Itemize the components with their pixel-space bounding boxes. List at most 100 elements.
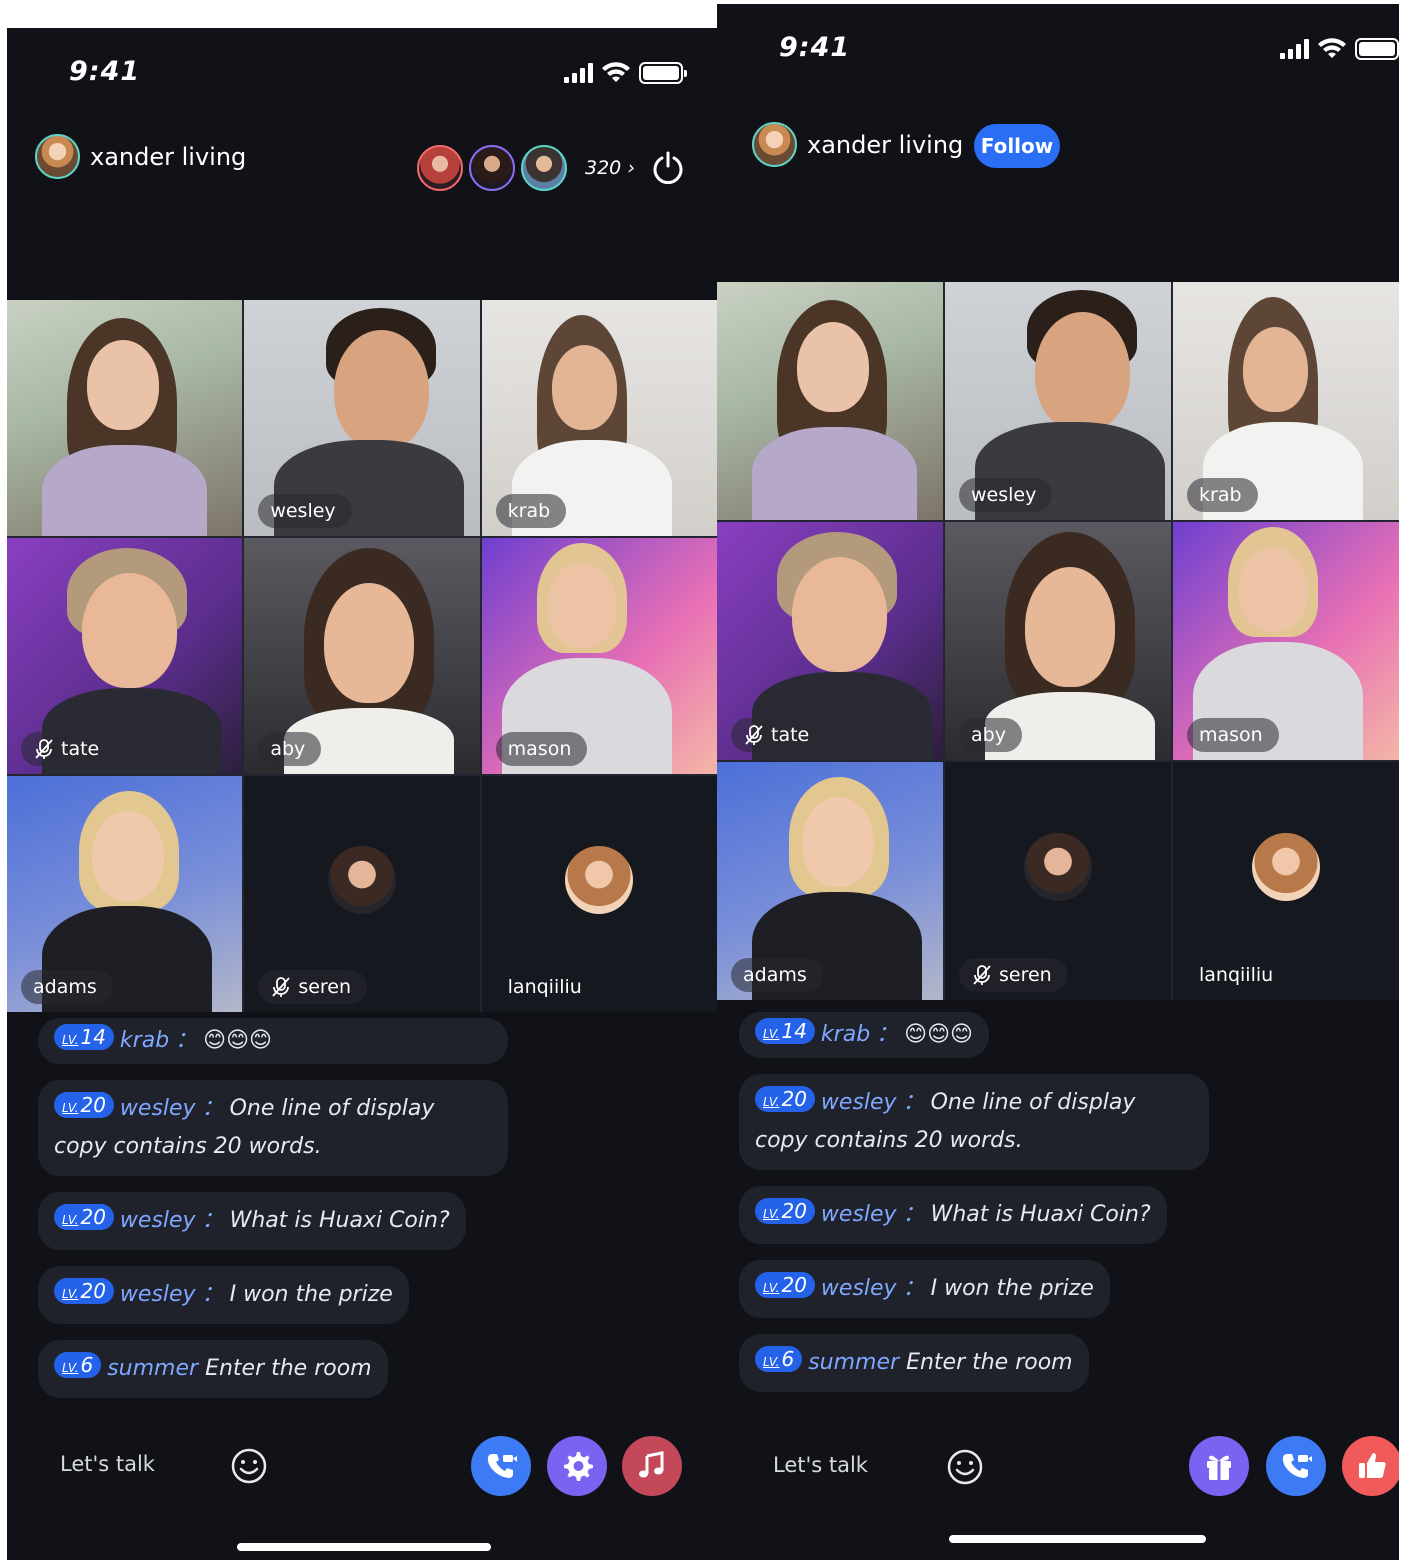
chat-username[interactable]: krab [120, 1028, 169, 1053]
power-icon[interactable] [651, 151, 685, 185]
host-info[interactable]: xander living [35, 134, 246, 179]
gift-icon [1207, 1455, 1231, 1480]
participant-name-tag: adams [21, 970, 113, 1004]
video-tile[interactable]: mason [1173, 522, 1399, 760]
chat-username[interactable]: summer [808, 1350, 899, 1375]
video-tile[interactable]: krab [481, 300, 717, 536]
video-tile[interactable]: tate [717, 522, 943, 760]
cellular-signal-icon [1280, 39, 1309, 59]
chat-username[interactable]: wesley [821, 1276, 897, 1301]
chat-message: LV. 20 wesley： What is Huaxi Coin? [739, 1186, 1167, 1244]
participant-name-tag: aby [258, 732, 322, 766]
video-tile[interactable]: wesley [244, 300, 480, 536]
participant-name-tag: mason [1187, 718, 1279, 752]
chat-list: LV. 14 krab： 😊😊😊 LV. 20 wesley： One line of di… [38, 1018, 508, 1398]
level-badge: LV. 20 [755, 1086, 815, 1112]
participant-name-tag: seren [258, 970, 368, 1004]
status-icons [564, 62, 687, 84]
participant-name-tag: krab [495, 494, 567, 528]
video-tile[interactable]: krab [1173, 282, 1399, 520]
emoji-icon[interactable] [946, 1448, 984, 1486]
mic-muted-icon [35, 739, 53, 759]
chat-message: LV. 14 krab： 😊😊😊 [739, 1012, 989, 1058]
home-indicator[interactable] [237, 1543, 491, 1551]
participant-name-tag: mason [495, 732, 588, 766]
chat-input[interactable]: Let's talk [60, 1452, 155, 1476]
viewer-avatar[interactable] [521, 145, 567, 191]
chat-input[interactable]: Let's talk [773, 1453, 868, 1477]
chat-username[interactable]: wesley [821, 1090, 897, 1115]
chat-username[interactable]: summer [107, 1356, 198, 1381]
video-call-button[interactable] [1266, 1436, 1326, 1496]
chat-username[interactable]: wesley [120, 1096, 196, 1121]
chat-message: LV. 20 wesley： What is Huaxi Coin? [38, 1192, 466, 1250]
settings-button[interactable] [547, 1436, 607, 1496]
chat-username[interactable]: wesley [821, 1202, 897, 1227]
host-info[interactable]: xander living [752, 122, 963, 167]
video-tile[interactable]: seren [244, 776, 480, 1012]
participant-name-tag: lanqiiliu [1199, 964, 1274, 986]
music-button[interactable] [622, 1436, 682, 1496]
level-badge: LV. 20 [54, 1204, 114, 1230]
follow-button[interactable]: Follow [974, 124, 1060, 168]
video-tile[interactable]: mason [481, 538, 717, 774]
chat-username[interactable]: wesley [120, 1208, 196, 1233]
wifi-icon [602, 62, 630, 82]
chat-username[interactable]: krab [821, 1022, 870, 1047]
participant-name-tag: wesley [258, 494, 352, 528]
home-indicator[interactable] [949, 1535, 1206, 1543]
mic-muted-icon [973, 965, 991, 985]
viewer-count[interactable]: 320 › [585, 157, 635, 179]
video-tile[interactable] [7, 300, 243, 536]
battery-icon [1355, 38, 1399, 60]
host-avatar[interactable] [752, 122, 797, 167]
video-tile[interactable]: lanqiiliu [481, 776, 717, 1012]
gift-button[interactable] [1189, 1436, 1249, 1496]
video-tile[interactable]: lanqiiliu [1173, 762, 1399, 1000]
mic-muted-icon [272, 977, 291, 997]
video-tile[interactable]: wesley [945, 282, 1171, 520]
phone-call-icon [487, 1454, 517, 1478]
participant-avatar [327, 845, 396, 914]
video-tile[interactable]: adams [7, 776, 243, 1012]
participant-name-tag: wesley [959, 478, 1053, 512]
status-icons [1280, 38, 1399, 60]
participant-name-tag: tate [731, 718, 826, 752]
level-badge: LV. 20 [54, 1278, 114, 1304]
phone-screen-host: 9:41 xander living 320 › wesley krab tat… [7, 28, 717, 1560]
chat-username[interactable]: wesley [120, 1282, 196, 1307]
video-tile[interactable]: aby [945, 522, 1171, 760]
video-grid: wesley krab tate aby mason adams seren l… [7, 300, 717, 1012]
emoji-icon[interactable] [230, 1447, 268, 1485]
chat-list: LV. 14 krab： 😊😊😊 LV. 20 wesley： One line of di… [739, 1012, 1209, 1392]
viewer-list[interactable]: 320 › [417, 145, 635, 191]
video-tile[interactable]: aby [244, 538, 480, 774]
level-badge: LV. 20 [755, 1272, 815, 1298]
chat-message: LV. 20 wesley： One line of display copy con… [739, 1074, 1209, 1170]
video-tile[interactable] [717, 282, 943, 520]
wifi-icon [1318, 38, 1346, 58]
video-grid: wesley krab tate aby mason adams seren l… [717, 282, 1399, 1000]
chat-message: LV. 20 wesley： One line of display copy con… [38, 1080, 508, 1176]
participant-name-tag: aby [959, 718, 1022, 752]
level-badge: LV. 14 [755, 1018, 815, 1044]
music-note-icon [639, 1451, 664, 1478]
participant-avatar [1024, 832, 1092, 901]
level-badge: LV. 20 [755, 1198, 815, 1224]
video-call-button[interactable] [471, 1436, 531, 1496]
participant-name-tag: lanqiiliu [507, 976, 582, 998]
level-badge: LV. 14 [54, 1024, 114, 1050]
like-button[interactable] [1342, 1436, 1399, 1496]
viewer-avatar[interactable] [417, 145, 463, 191]
host-avatar[interactable] [35, 134, 80, 179]
video-tile[interactable]: seren [945, 762, 1171, 1000]
video-tile[interactable]: adams [717, 762, 943, 1000]
viewer-avatar[interactable] [469, 145, 515, 191]
participant-name-tag: seren [959, 958, 1068, 992]
battery-icon [639, 62, 687, 84]
chat-message: LV. 6 summer Enter the room [739, 1334, 1089, 1392]
status-time: 9:41 [69, 56, 141, 87]
chat-message: LV. 6 summer Enter the room [38, 1340, 388, 1398]
video-tile[interactable]: tate [7, 538, 243, 774]
chat-message: LV. 20 wesley： I won the prize [38, 1266, 409, 1324]
